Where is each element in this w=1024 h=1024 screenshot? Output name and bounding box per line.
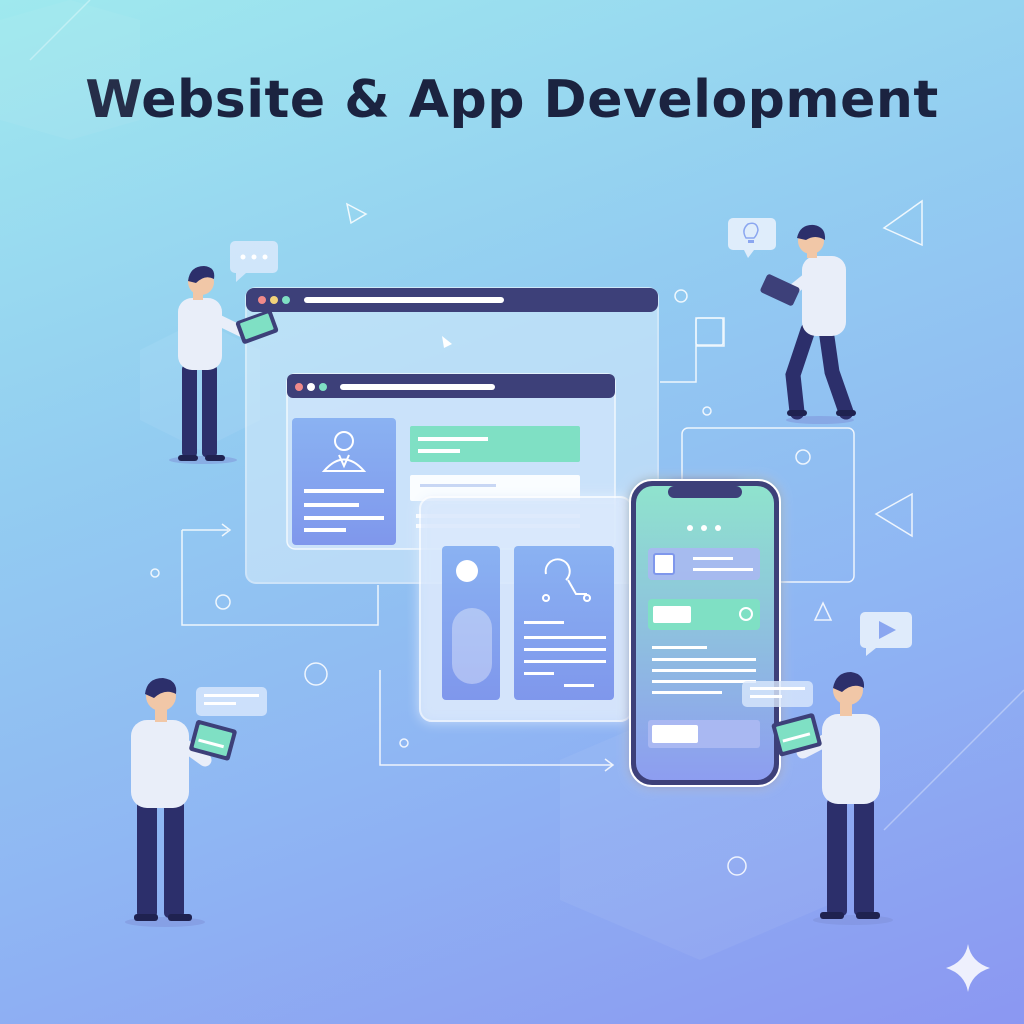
sparkle-icon [946, 944, 990, 992]
triangle-outline [882, 199, 923, 247]
connector-line [660, 317, 725, 383]
lightbulb-icon [728, 218, 776, 258]
person-top-right [760, 224, 856, 424]
illustration-background: Website & App Development [0, 0, 1024, 1024]
outline-circle [399, 738, 409, 748]
outline-circle [215, 594, 231, 610]
content-bar-teal [410, 426, 580, 462]
avatar-dot [456, 560, 478, 582]
chat-dots-icon [230, 241, 278, 282]
triangle-outline [345, 202, 368, 225]
profile-card [292, 418, 396, 545]
illustration-artwork [0, 0, 1024, 992]
panel-pill [452, 608, 492, 684]
outline-circle [795, 449, 811, 465]
outline-circle [674, 289, 688, 303]
outline-circle [304, 662, 328, 686]
triangle-outline [813, 601, 833, 621]
triangle-outline [874, 492, 913, 538]
line-segment [883, 689, 1024, 831]
message-bubble [196, 687, 267, 716]
outline-circle [702, 406, 712, 416]
message-bubble [742, 681, 813, 707]
outline-square [695, 317, 724, 346]
outline-circle [150, 568, 160, 578]
play-icon [860, 612, 912, 656]
